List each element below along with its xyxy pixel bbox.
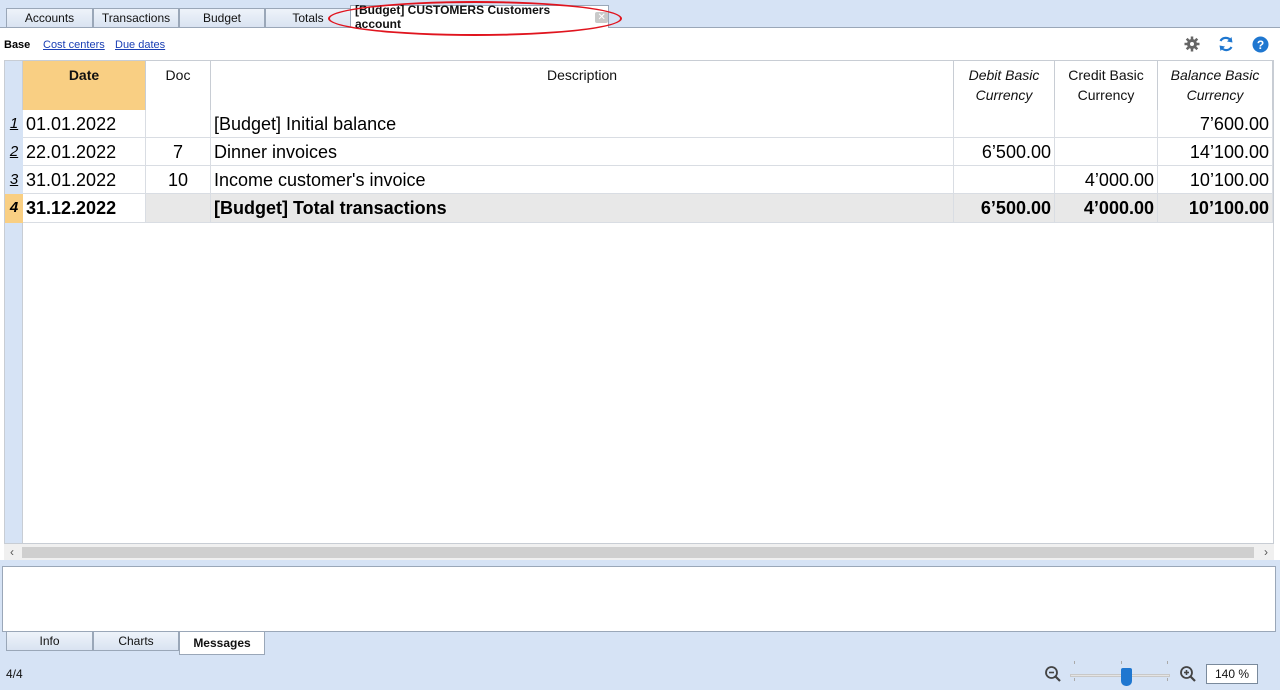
header-line: Credit Basic xyxy=(1068,67,1144,83)
svg-text:?: ? xyxy=(1256,38,1263,52)
tick xyxy=(1074,678,1075,681)
horizontal-scrollbar[interactable]: ‹ › xyxy=(4,543,1274,560)
tick xyxy=(1167,678,1168,681)
gear-icon[interactable] xyxy=(1183,35,1201,53)
cell-description[interactable]: Dinner invoices xyxy=(211,138,954,166)
help-icon[interactable]: ? xyxy=(1251,35,1269,53)
table-row[interactable]: 1 01.01.2022 [Budget] Initial balance 7’… xyxy=(5,110,1273,138)
cell-description[interactable]: [Budget] Initial balance xyxy=(211,110,954,138)
row-number[interactable]: 1 xyxy=(5,110,23,138)
document-tab-bar: Accounts Transactions Budget Totals [Bud… xyxy=(0,0,1280,36)
row-number[interactable]: 2 xyxy=(5,138,23,166)
tab-messages[interactable]: Messages xyxy=(179,632,265,655)
zoom-in-icon[interactable] xyxy=(1179,665,1197,688)
column-header-date[interactable]: Date xyxy=(23,61,146,110)
cell-debit[interactable] xyxy=(954,166,1055,194)
header-line: Currency xyxy=(1077,87,1135,103)
header-line: Balance Basic xyxy=(1170,67,1260,83)
cell-date[interactable]: 31.01.2022 xyxy=(23,166,146,194)
tab-label: Transactions xyxy=(101,11,171,25)
column-header-debit[interactable]: Debit Basic Currency xyxy=(954,61,1055,110)
cell-credit[interactable] xyxy=(1055,110,1158,138)
table-row-total[interactable]: 4 31.12.2022 [Budget] Total transactions… xyxy=(5,194,1273,223)
cell-balance[interactable]: 7’600.00 xyxy=(1158,110,1273,138)
tick xyxy=(1121,661,1122,664)
tab-charts[interactable]: Charts xyxy=(93,632,179,651)
scroll-thumb[interactable] xyxy=(22,547,1254,558)
tick xyxy=(1167,661,1168,664)
cell-credit[interactable]: 4’000.00 xyxy=(1055,166,1158,194)
header-line: Currency xyxy=(975,87,1033,103)
cell-debit[interactable] xyxy=(954,110,1055,138)
header-line: Currency xyxy=(1186,87,1244,103)
cell-debit[interactable]: 6’500.00 xyxy=(954,138,1055,166)
cell-debit[interactable]: 6’500.00 xyxy=(954,194,1055,223)
tab-label: Totals xyxy=(292,11,324,25)
cell-doc[interactable] xyxy=(146,194,211,223)
tab-label: Budget xyxy=(202,11,242,25)
transactions-grid: Date Doc Description Debit Basic Currenc… xyxy=(4,60,1274,546)
column-header-credit[interactable]: Credit Basic Currency xyxy=(1055,61,1158,110)
cell-balance[interactable]: 10’100.00 xyxy=(1158,194,1273,223)
cell-credit[interactable]: 4’000.00 xyxy=(1055,194,1158,223)
scroll-left-icon[interactable]: ‹ xyxy=(4,544,20,561)
cell-description[interactable]: Income customer's invoice xyxy=(211,166,954,194)
cell-doc[interactable]: 10 xyxy=(146,166,211,194)
cell-balance[interactable]: 14’100.00 xyxy=(1158,138,1273,166)
tab-label: [Budget] CUSTOMERS Customers account xyxy=(355,3,551,31)
header-line: Debit Basic xyxy=(968,67,1040,83)
zoom-level-field[interactable]: 140 % xyxy=(1206,664,1258,684)
cell-doc[interactable] xyxy=(146,110,211,138)
row-number[interactable]: 4 xyxy=(5,194,23,223)
column-header-balance[interactable]: Balance Basic Currency xyxy=(1158,61,1273,110)
table-row[interactable]: 2 22.01.2022 7 Dinner invoices 6’500.00 … xyxy=(5,138,1273,166)
close-tab-icon[interactable]: ✕ xyxy=(595,11,608,23)
cell-balance[interactable]: 10’100.00 xyxy=(1158,166,1273,194)
row-number[interactable]: 3 xyxy=(5,166,23,194)
zoom-out-icon[interactable] xyxy=(1044,665,1062,688)
tab-label: Info xyxy=(39,634,60,648)
view-subtabs: Base Cost centers Due dates ? xyxy=(0,28,1280,60)
tab-budget-customers-account[interactable]: [Budget] CUSTOMERS Customers account ✕ xyxy=(350,3,609,31)
cell-date[interactable]: 01.01.2022 xyxy=(23,110,146,138)
subtab-cost-centers[interactable]: Cost centers xyxy=(43,39,105,51)
tab-label: Accounts xyxy=(24,11,75,25)
column-header-doc[interactable]: Doc xyxy=(146,61,211,110)
tab-info[interactable]: Info xyxy=(6,632,93,651)
tab-totals[interactable]: Totals xyxy=(265,8,351,27)
scroll-right-icon[interactable]: › xyxy=(1258,544,1274,561)
row-position-status: 4/4 xyxy=(6,667,23,681)
cell-doc[interactable]: 7 xyxy=(146,138,211,166)
tab-accounts[interactable]: Accounts xyxy=(6,8,93,27)
cell-date[interactable]: 22.01.2022 xyxy=(23,138,146,166)
table-row[interactable]: 3 31.01.2022 10 Income customer's invoic… xyxy=(5,166,1273,194)
subtab-base[interactable]: Base xyxy=(4,39,30,51)
main-panel: Base Cost centers Due dates ? Date Doc D… xyxy=(0,27,1280,560)
tab-transactions[interactable]: Transactions xyxy=(93,8,179,27)
grid-header: Date Doc Description Debit Basic Currenc… xyxy=(23,61,1273,110)
zoom-slider[interactable] xyxy=(1070,674,1170,677)
cell-description[interactable]: [Budget] Total transactions xyxy=(211,194,954,223)
tab-label: Messages xyxy=(193,636,251,650)
refresh-icon[interactable] xyxy=(1217,35,1235,53)
tab-label: Charts xyxy=(118,634,154,648)
zoom-slider-handle[interactable] xyxy=(1121,668,1132,686)
tab-budget[interactable]: Budget xyxy=(179,8,265,27)
cell-credit[interactable] xyxy=(1055,138,1158,166)
tick xyxy=(1074,661,1075,664)
cell-date[interactable]: 31.12.2022 xyxy=(23,194,146,223)
subtab-due-dates[interactable]: Due dates xyxy=(115,39,165,51)
messages-panel xyxy=(2,566,1276,632)
column-header-description[interactable]: Description xyxy=(211,61,954,110)
